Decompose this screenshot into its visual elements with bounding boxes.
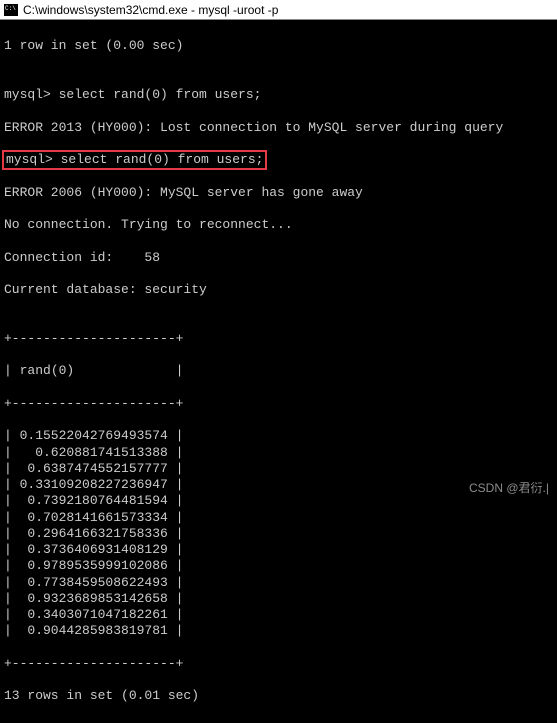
error-2006: ERROR 2006 (HY000): MySQL server has gon… [4,185,553,201]
column-header: rand(0) [12,363,176,378]
table-row: | 0.7028141661573334 | [4,510,553,526]
result-count-bottom: 13 rows in set (0.01 sec) [4,688,553,704]
table-row: | 0.15522042769493574 | [4,428,553,444]
table-row: | 0.9789535999102086 | [4,558,553,574]
mysql-prompt-2-highlighted: mysql> select rand(0) from users; [4,152,553,168]
table-row: | 0.3736406931408129 | [4,542,553,558]
table-row: | 0.9323689853142658 | [4,591,553,607]
table-row: | 0.7738459508622493 | [4,575,553,591]
table-row: | 0.6387474552157777 | [4,461,553,477]
connection-id: Connection id: 58 [4,250,553,266]
table-row: | 0.9044285983819781 | [4,623,553,639]
result-count-top: 1 row in set (0.00 sec) [4,38,553,54]
table-rows: | 0.15522042769493574 || 0.6208817415133… [4,428,553,639]
cmd-icon [4,4,18,16]
table-row: | 0.2964166321758336 | [4,526,553,542]
current-database: Current database: security [4,282,553,298]
window-title: C:\windows\system32\cmd.exe - mysql -uro… [23,3,278,17]
highlight-box: mysql> select rand(0) from users; [2,150,267,170]
table-header: | rand(0) | [4,363,553,379]
watermark: CSDN @君衍.| [469,479,549,496]
window-titlebar[interactable]: C:\windows\system32\cmd.exe - mysql -uro… [0,0,557,20]
error-2013: ERROR 2013 (HY000): Lost connection to M… [4,120,553,136]
table-border-mid: +---------------------+ [4,396,553,412]
table-border-bottom: +---------------------+ [4,656,553,672]
table-row: | 0.620881741513388 | [4,445,553,461]
table-border-top: +---------------------+ [4,331,553,347]
terminal-output: 1 row in set (0.00 sec) mysql> select ra… [0,20,557,723]
mysql-prompt-2-text: mysql> select rand(0) from users; [6,152,263,167]
table-row: | 0.3403071047182261 | [4,607,553,623]
mysql-prompt-1: mysql> select rand(0) from users; [4,87,553,103]
no-connection: No connection. Trying to reconnect... [4,217,553,233]
